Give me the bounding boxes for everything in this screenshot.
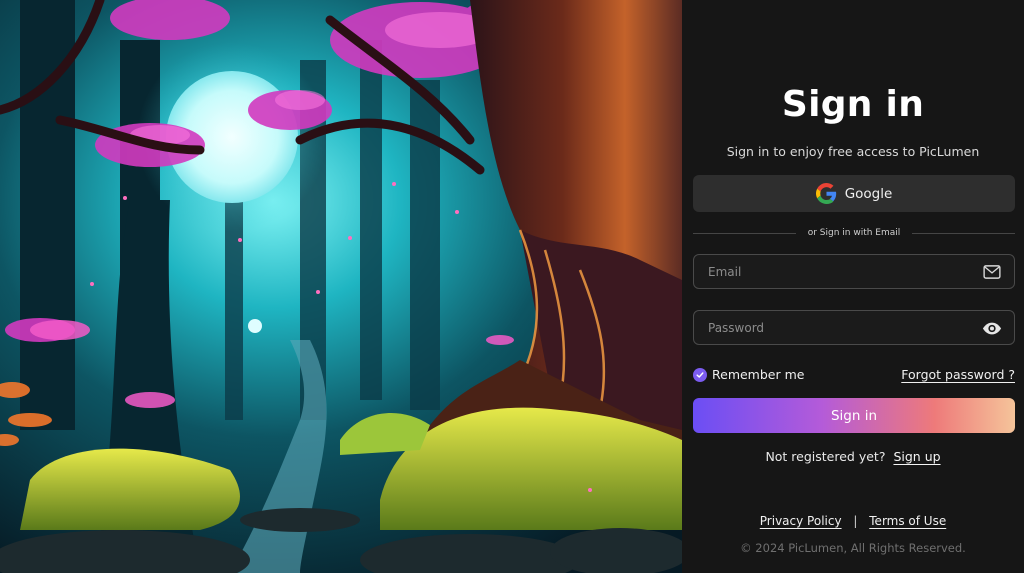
footer-links: Privacy Policy | Terms of Use bbox=[682, 514, 1024, 528]
signin-panel: Sign in Sign in to enjoy free access to … bbox=[682, 0, 1024, 573]
email-input[interactable] bbox=[694, 255, 974, 288]
footer-separator: | bbox=[853, 514, 858, 528]
signin-button[interactable]: Sign in bbox=[693, 398, 1015, 433]
google-logo-icon bbox=[815, 183, 837, 204]
mail-icon bbox=[982, 263, 1002, 281]
forgot-password-link[interactable]: Forgot password ? bbox=[901, 367, 1015, 382]
page-title: Sign in bbox=[781, 84, 925, 125]
page-subtitle: Sign in to enjoy free access to PicLumen bbox=[726, 144, 980, 159]
password-input[interactable] bbox=[694, 311, 974, 344]
remember-me-label: Remember me bbox=[712, 367, 805, 382]
register-prompt-text: Not registered yet? bbox=[765, 449, 886, 464]
check-icon bbox=[693, 367, 707, 382]
register-prompt: Not registered yet? Sign up bbox=[682, 449, 1024, 464]
forest-illustration bbox=[0, 0, 682, 573]
remember-me-checkbox[interactable]: Remember me bbox=[693, 366, 804, 383]
divider-line-right bbox=[912, 232, 1015, 234]
google-signin-button[interactable]: Google bbox=[693, 175, 1015, 212]
forest-artwork bbox=[0, 0, 682, 573]
divider-text: or Sign in with Email bbox=[807, 228, 901, 238]
divider-line-left bbox=[693, 232, 796, 234]
privacy-policy-link[interactable]: Privacy Policy bbox=[760, 514, 842, 528]
signin-button-label: Sign in bbox=[830, 407, 878, 424]
copyright-text: © 2024 PicLumen, All Rights Reserved. bbox=[740, 541, 966, 555]
email-divider: or Sign in with Email bbox=[693, 226, 1015, 240]
email-field bbox=[693, 254, 1015, 289]
password-field bbox=[693, 310, 1015, 345]
google-button-label: Google bbox=[844, 185, 893, 202]
eye-icon[interactable] bbox=[982, 319, 1002, 337]
terms-of-use-link[interactable]: Terms of Use bbox=[869, 514, 946, 528]
signup-link[interactable]: Sign up bbox=[893, 449, 940, 464]
